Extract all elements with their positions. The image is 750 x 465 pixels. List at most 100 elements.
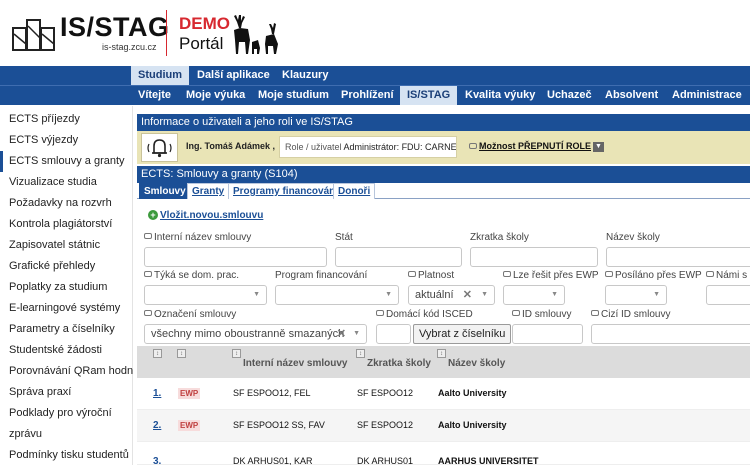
sidebar-item-statnice[interactable]: Zapisovatel státnic: [0, 235, 133, 256]
internal-name-input[interactable]: [144, 247, 327, 267]
user-info-box: Ing. Tomáš Adámek , Role / uživatel Admi…: [137, 131, 750, 164]
cell-school-name: AARHUS UNIVERSITET: [438, 456, 539, 465]
comment-icon: [706, 271, 714, 278]
sidebar-item-podklady[interactable]: Podklady pro výroční: [0, 403, 133, 424]
table-row[interactable]: 1. EWP SF ESPOO12, FEL SF ESPOO12 Aalto …: [137, 378, 750, 410]
tab-smlouvy[interactable]: Smlouvy: [139, 183, 191, 199]
validity-select[interactable]: aktuální ✕ ▼: [408, 285, 495, 305]
nav-administrace[interactable]: Administrace: [665, 86, 749, 105]
nav-vitejte[interactable]: Vítejte: [131, 86, 178, 105]
sidebar-item-ects-prijezdy[interactable]: ECTS příjezdy: [0, 109, 133, 130]
filter-label-isced: Domácí kód ISCED: [376, 309, 473, 320]
state-input[interactable]: [335, 247, 462, 267]
dropdown-icon[interactable]: ▼: [593, 141, 604, 152]
school-abbr-input[interactable]: [470, 247, 598, 267]
chevron-down-icon: ▼: [353, 330, 360, 337]
ewp-sent-select[interactable]: ▼: [605, 285, 667, 305]
bell-icon-box[interactable]: [141, 133, 178, 162]
section-title: ECTS: Smlouvy a granty (S104): [137, 166, 750, 183]
cell-school-abbr: SF ESPOO12: [357, 388, 414, 398]
sidebar-item-vizualizace[interactable]: Vizualizace studia: [0, 172, 133, 193]
col-header-school-name[interactable]: Název školy: [448, 358, 505, 369]
switch-role-link[interactable]: Možnost PŘEPNUTÍ ROLE ▼: [469, 141, 604, 152]
sidebar-item-graficke[interactable]: Grafické přehledy: [0, 256, 133, 277]
cell-internal-name: DK ARHUS01, KAR: [233, 456, 313, 465]
sidebar-item-podklady-cont[interactable]: zprávu: [0, 424, 133, 445]
ewp-badge: EWP: [178, 420, 201, 431]
sidebar-item-ects-vyjezdy[interactable]: ECTS výjezdy: [0, 130, 133, 151]
table-header: ↕ ↕ ↕ Interní název smlouvy ↕ Zkratka šk…: [137, 346, 750, 381]
nav-absolvent[interactable]: Absolvent: [598, 86, 665, 105]
role-value: Administrátor: FDU: CARNEY: [343, 142, 457, 152]
add-contract-label: Vložit.novou.smlouvu: [160, 210, 264, 221]
foreign-id-input[interactable]: [591, 324, 750, 344]
sidebar-item-elearning[interactable]: E-learningové systémy: [0, 298, 133, 319]
sort-icon[interactable]: ↕: [356, 349, 365, 358]
filter-label-school-abbr: Zkratka školy: [470, 232, 529, 243]
chevron-down-icon: ▼: [385, 291, 392, 298]
contract-id-input[interactable]: [512, 324, 583, 344]
tab-donori[interactable]: Donoři: [333, 183, 376, 199]
row-number-link[interactable]: 3.: [153, 456, 161, 465]
sidebar-item-podminky[interactable]: Podmínky tisku studentů: [0, 445, 133, 465]
validity-value: aktuální: [415, 289, 454, 301]
filter-ewp-solve-text: Lze řešit přes EWP: [513, 270, 599, 281]
top-nav-primary: Studium Další aplikace Klauzury: [0, 66, 750, 85]
stag-logo-icon[interactable]: [12, 14, 56, 52]
nav-studium[interactable]: Studium: [131, 66, 189, 85]
sidebar-item-parametry[interactable]: Parametry a číselníky: [0, 319, 133, 340]
col-header-school-abbr[interactable]: Zkratka školy: [367, 358, 431, 369]
tab-granty[interactable]: Granty: [187, 183, 230, 199]
isced-input[interactable]: [376, 324, 411, 344]
nav-uchazec[interactable]: Uchazeč: [540, 86, 599, 105]
dom-prac-select[interactable]: ▼: [144, 285, 267, 305]
comment-icon: [376, 310, 384, 317]
table-row[interactable]: 2. EWP SF ESPOO12 SS, FAV SF ESPOO12 Aal…: [137, 410, 750, 442]
marking-value: všechny mimo oboustranně smazaných: [151, 328, 345, 340]
pick-from-list-button[interactable]: Vybrat z číselníku: [413, 324, 512, 344]
tab-programy[interactable]: Programy financování: [228, 183, 344, 199]
sidebar-item-ects-smlouvy[interactable]: ECTS smlouvy a granty: [0, 151, 133, 172]
sidebar-item-poplatky[interactable]: Poplatky za studium: [0, 277, 133, 298]
add-icon: +: [148, 210, 158, 221]
nav-prohlizeni[interactable]: Prohlížení: [334, 86, 401, 105]
nav-moje-studium[interactable]: Moje studium: [251, 86, 336, 105]
info-section-title: Informace o uživateli a jeho roli ve IS/…: [137, 114, 750, 131]
sort-icon[interactable]: ↕: [153, 349, 162, 358]
col-header-internal-name[interactable]: Interní název smlouvy: [243, 358, 347, 369]
nami-select[interactable]: [706, 285, 750, 305]
add-contract-link[interactable]: + Vložit.novou.smlouvu: [148, 210, 263, 221]
comment-icon: [144, 310, 152, 317]
chevron-down-icon: ▼: [481, 291, 488, 298]
clear-icon[interactable]: ✕: [337, 325, 346, 343]
sort-icon[interactable]: ↕: [177, 349, 186, 358]
sidebar-item-praxe[interactable]: Správa praxí: [0, 382, 133, 403]
chevron-down-icon: ▼: [653, 291, 660, 298]
cell-school-abbr: SF ESPOO12: [357, 420, 414, 430]
cell-internal-name: SF ESPOO12, FEL: [233, 388, 311, 398]
filter-label-ewp-sent: Posíláno přes EWP: [605, 270, 702, 281]
sort-icon[interactable]: ↕: [232, 349, 241, 358]
school-name-input[interactable]: [606, 247, 750, 267]
table-row[interactable]: 3. DK ARHUS01, KAR DK ARHUS01 AARHUS UNI…: [137, 442, 750, 465]
row-number-link[interactable]: 1.: [153, 388, 161, 399]
sidebar-item-qram[interactable]: Porovnávání QRam hodnot: [0, 361, 133, 382]
program-select[interactable]: ▼: [275, 285, 399, 305]
sidebar-item-plagiatorstvi[interactable]: Kontrola plagiátorství: [0, 214, 133, 235]
filter-marking-text: Označení smlouvy: [154, 309, 237, 320]
filter-validity-text: Platnost: [418, 270, 455, 281]
nav-klauzury[interactable]: Klauzury: [275, 66, 335, 85]
nav-is-stag[interactable]: IS/STAG: [400, 86, 458, 105]
chevron-down-icon: ▼: [253, 291, 260, 298]
sidebar-item-zadosti[interactable]: Studentské žádosti: [0, 340, 133, 361]
clear-icon[interactable]: ✕: [463, 286, 472, 304]
ewp-solve-select[interactable]: ▼: [503, 285, 565, 305]
marking-select[interactable]: všechny mimo oboustranně smazaných ✕ ▼: [144, 324, 367, 344]
sidebar-item-pozadavky[interactable]: Požadavky na rozvrh: [0, 193, 133, 214]
nav-kvalita-vyuky[interactable]: Kvalita výuky: [458, 86, 542, 105]
cell-internal-name: SF ESPOO12 SS, FAV: [233, 420, 325, 430]
nav-moje-vyuka[interactable]: Moje výuka: [179, 86, 252, 105]
row-number-link[interactable]: 2.: [153, 420, 161, 431]
sort-icon[interactable]: ↕: [437, 349, 446, 358]
nav-dalsi-aplikace[interactable]: Další aplikace: [190, 66, 277, 85]
